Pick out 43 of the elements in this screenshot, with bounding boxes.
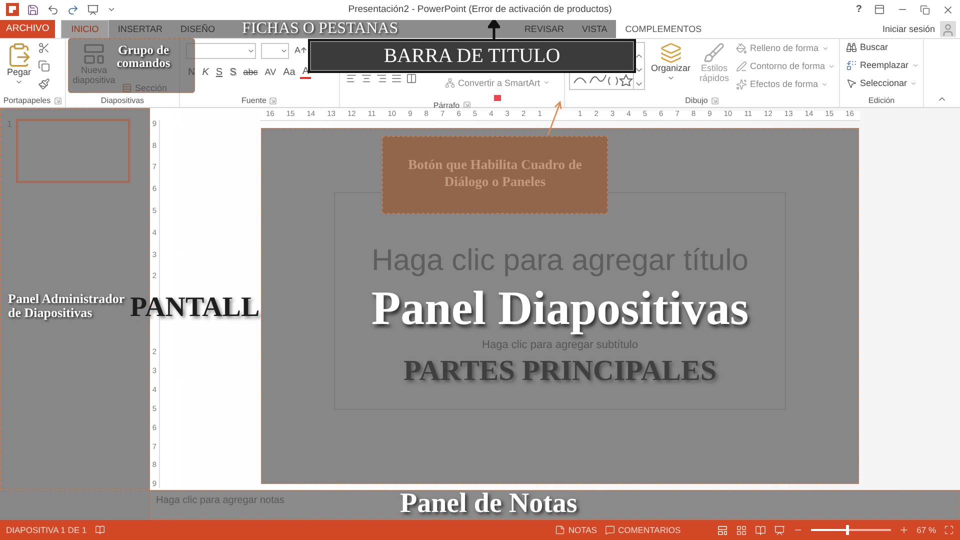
- format-button[interactable]: S: [214, 66, 225, 78]
- ribbon-tab[interactable]: DISEÑO: [172, 20, 224, 38]
- title-bar-tooltip: BARRA DE TITULO: [308, 39, 636, 73]
- slide-counter: DIAPOSITIVA 1 DE 1: [6, 525, 87, 536]
- help-button[interactable]: ?: [856, 4, 862, 16]
- format-button[interactable]: Aa: [281, 66, 298, 78]
- format-button[interactable]: K: [200, 66, 211, 78]
- format-button[interactable]: S: [228, 66, 238, 78]
- group-label: Dibujo: [685, 96, 708, 106]
- paste-button[interactable]: Pegar: [4, 42, 34, 95]
- notes-button[interactable]: NOTAS: [555, 525, 597, 536]
- window-title: Presentación2 - PowerPoint (Error de activación de productos): [348, 4, 612, 16]
- group-label: Párrafo: [433, 100, 460, 110]
- smartart-button[interactable]: Convertir a SmartArt: [445, 78, 550, 88]
- ribbon-tab[interactable]: INICIO: [61, 20, 109, 38]
- arrange-button[interactable]: Organizar: [649, 42, 693, 95]
- slide-panel-annotation: Panel Diapositivas: [371, 284, 749, 333]
- ribbon-tab[interactable]: VISTA: [572, 20, 616, 38]
- ribbon-tab[interactable]: COMPLEMENTOS: [616, 20, 711, 38]
- notes-panel-annotation: Panel de Notas: [400, 490, 578, 518]
- format-button[interactable]: abc: [241, 67, 260, 78]
- ribbon-tab[interactable]: REVISAR: [515, 20, 573, 38]
- shape-outline-button[interactable]: Contorno de forma: [736, 60, 835, 72]
- shape-fill-button[interactable]: Relleno de forma: [736, 42, 835, 54]
- slides-panel-annotation: Panel Administrador de Diapositivas: [8, 292, 126, 321]
- group-label: Portapapeles: [3, 96, 51, 106]
- group-label: Fuente: [242, 96, 266, 106]
- comments-button[interactable]: COMENTARIOS: [604, 525, 681, 536]
- group-label: Edición: [868, 96, 895, 106]
- group-label: Diapositivas: [100, 96, 144, 106]
- file-tab[interactable]: ARCHIVO: [0, 20, 56, 38]
- find-button[interactable]: Buscar: [846, 42, 919, 53]
- subheading-annotation: PARTES PRINCIPALES: [404, 356, 716, 388]
- format-button[interactable]: AV: [262, 67, 278, 78]
- select-button[interactable]: Seleccionar: [846, 78, 919, 89]
- quick-styles-button[interactable]: Estilos rápidos: [696, 42, 732, 95]
- replace-button[interactable]: Reemplazar: [846, 60, 919, 71]
- ribbon-tab[interactable]: INSERTAR: [108, 20, 172, 38]
- zoom-level[interactable]: 67 %: [916, 525, 936, 536]
- tabs-annotation: FICHAS O PESTANAS: [242, 20, 398, 38]
- heading-annotation: PANTALL: [130, 292, 260, 324]
- shape-effects-button[interactable]: Efectos de forma: [736, 78, 835, 90]
- sign-in-link[interactable]: Iniciar sesión: [882, 24, 935, 34]
